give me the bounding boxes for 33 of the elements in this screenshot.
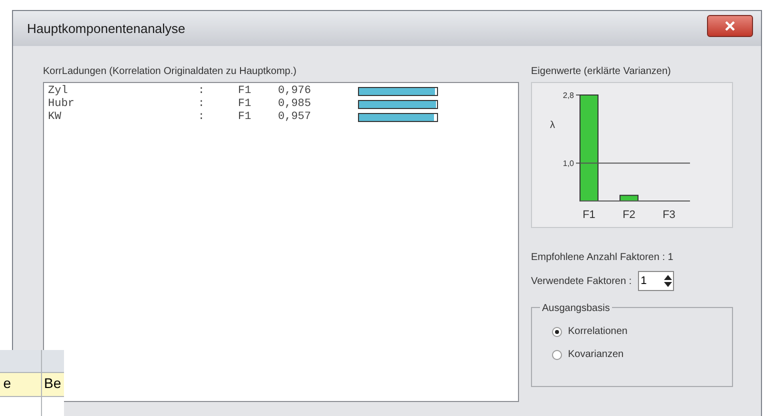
x-tick-label: F3 [662, 209, 676, 221]
loadings-title: KorrLadungen (Korrelation Originaldaten zu Hauptkomp.) [43, 65, 298, 79]
factor-spinner[interactable]: 1 [638, 271, 674, 291]
table-cell: e [0, 373, 42, 396]
y-tick-label: 2,8 [562, 91, 575, 100]
variable-name: Hubr [48, 98, 76, 111]
loading-value: 0,957 [278, 111, 312, 124]
factor-name: F1 [238, 85, 252, 98]
y-tick-label: 1,0 [562, 159, 575, 168]
eigenvalues-title: Eigenwerte (erklärte Varianzen) [531, 65, 672, 79]
basis-title: Ausgangsbasis [540, 301, 612, 316]
table-cell-text: Be [43, 374, 62, 393]
close-button[interactable] [707, 14, 753, 36]
separator: : [198, 85, 206, 98]
variable-name: Zyl [48, 85, 69, 98]
y-axis-label: λ [550, 120, 555, 131]
radio-option[interactable]: Kovarianzen [552, 347, 732, 362]
window-title: Hauptkomponentenanalyse [27, 20, 186, 38]
x-tick-label: F1 [582, 209, 596, 221]
variable-name: KW [48, 111, 62, 124]
used-factors-label: Verwendete Faktoren : [531, 274, 632, 288]
recommended-factors-text: Empfohlene Anzahl Faktoren : 1 [531, 251, 674, 265]
close-icon [725, 20, 735, 30]
radio-option[interactable]: Korrelationen [552, 324, 732, 339]
factor-name: F1 [238, 98, 252, 111]
loading-value: 0,985 [278, 98, 312, 111]
spin-arrows-icon [662, 274, 673, 288]
separator: : [198, 111, 206, 124]
loading-value: 0,976 [278, 85, 312, 98]
x-tick-label: F2 [622, 209, 636, 221]
separator: : [198, 98, 206, 111]
factor-name: F1 [238, 111, 252, 124]
eigenvalue-bar [620, 194, 638, 202]
